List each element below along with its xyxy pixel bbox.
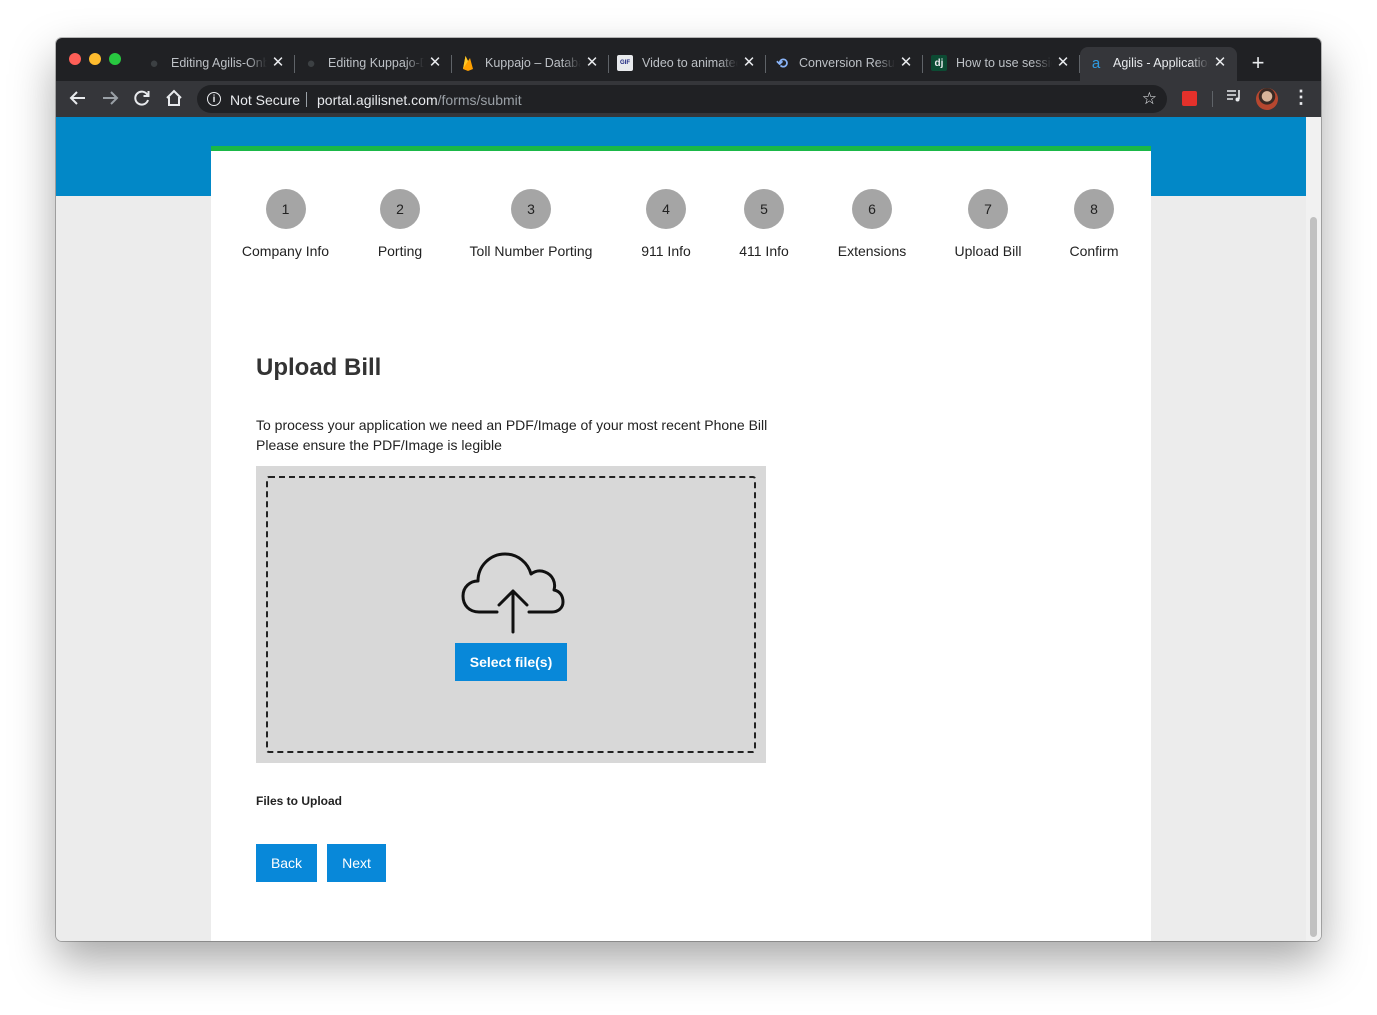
step-porting: 2 Porting — [360, 189, 440, 259]
gif-icon: GIF — [617, 55, 633, 71]
tab-title: Video to animated GIF — [642, 56, 738, 70]
step-toll-number-porting: 3 Toll Number Porting — [461, 189, 601, 259]
step-upload-bill: 7 Upload Bill — [943, 189, 1033, 259]
zoom-window-button[interactable] — [109, 53, 121, 65]
page-title: Upload Bill — [256, 354, 382, 381]
tab-title: Conversion Results — [799, 56, 895, 70]
browser-tab[interactable]: ● Editing Kuppajo-Database ✕ — [295, 47, 452, 81]
tab-strip: ● Editing Agilis-Onboarding ✕ ● Editing … — [56, 38, 1321, 81]
close-tab-icon[interactable]: ✕ — [271, 53, 285, 71]
bookmark-star-icon[interactable]: ☆ — [1142, 89, 1157, 109]
close-window-button[interactable] — [69, 53, 81, 65]
scrollbar[interactable] — [1306, 117, 1321, 941]
step-label: 911 Info — [641, 243, 691, 259]
instruction-text: To process your application we need an P… — [256, 417, 768, 433]
new-tab-button[interactable]: + — [1246, 50, 1270, 76]
back-button[interactable]: Back — [256, 844, 317, 882]
toolbar-divider — [1212, 91, 1213, 107]
tab-title: Editing Kuppajo-Database — [328, 56, 424, 70]
files-to-upload-label: Files to Upload — [256, 794, 343, 808]
reload-icon[interactable] — [131, 89, 153, 109]
form-card: 1 Company Info 2 Porting 3 Toll Number P… — [211, 146, 1151, 941]
firebase-icon — [460, 55, 476, 71]
step-number: 3 — [511, 189, 551, 229]
close-tab-icon[interactable]: ✕ — [428, 53, 442, 71]
page-viewport: 1 Company Info 2 Porting 3 Toll Number P… — [56, 117, 1321, 941]
tab-title: Kuppajo – Database — [485, 56, 581, 70]
more-menu-icon[interactable]: ⋮ — [1292, 87, 1310, 108]
browser-tab[interactable]: GIF Video to animated GIF ✕ — [609, 47, 766, 81]
step-label: Extensions — [837, 243, 907, 259]
cloud-upload-icon — [461, 552, 565, 634]
agilis-icon: a — [1091, 54, 1101, 72]
url-text: portal.agilisnet.com/forms/submit — [317, 92, 522, 108]
browser-tab-active[interactable]: a Agilis - Application ✕ — [1080, 47, 1237, 81]
step-number: 6 — [852, 189, 892, 229]
profile-avatar[interactable] — [1256, 88, 1278, 110]
close-tab-icon[interactable]: ✕ — [1213, 53, 1227, 71]
info-icon[interactable]: i — [207, 92, 221, 106]
next-button[interactable]: Next — [327, 844, 386, 882]
address-bar[interactable]: i Not Secure portal.agilisnet.com/forms/… — [197, 85, 1167, 113]
home-icon[interactable] — [163, 89, 185, 109]
tab-title: How to use sessions — [956, 56, 1052, 70]
url-path: /forms/submit — [437, 92, 522, 108]
step-label: Company Info — [241, 243, 330, 259]
url-host: portal.agilisnet.com — [317, 92, 438, 108]
address-divider — [306, 92, 307, 107]
dropzone-border: Select file(s) — [266, 476, 756, 753]
security-label: Not Secure — [230, 92, 301, 108]
select-files-button[interactable]: Select file(s) — [455, 643, 567, 681]
browser-tab[interactable]: dj How to use sessions ✕ — [923, 47, 1080, 81]
browser-tab[interactable]: ● Editing Agilis-Onboarding ✕ — [138, 47, 295, 81]
step-number: 1 — [265, 189, 306, 229]
convert-icon: ⟲ — [776, 54, 788, 71]
step-number: 5 — [744, 189, 784, 229]
instruction-text: Please ensure the PDF/Image is legible — [256, 437, 502, 453]
step-confirm: 8 Confirm — [1054, 189, 1134, 259]
close-tab-icon[interactable]: ✕ — [899, 53, 913, 71]
scrollbar-thumb[interactable] — [1310, 217, 1317, 937]
close-tab-icon[interactable]: ✕ — [1056, 53, 1070, 71]
minimize-window-button[interactable] — [89, 53, 101, 65]
step-number: 8 — [1074, 189, 1114, 229]
browser-window: ● Editing Agilis-Onboarding ✕ ● Editing … — [56, 38, 1321, 941]
step-company-info: 1 Company Info — [228, 189, 343, 259]
media-queue-icon[interactable] — [1226, 88, 1242, 109]
extension-icon[interactable] — [1182, 91, 1197, 106]
file-dropzone[interactable]: Select file(s) — [256, 466, 766, 763]
tab-title: Editing Agilis-Onboarding — [171, 56, 267, 70]
github-icon: ● — [306, 54, 316, 72]
step-411-info: 5 411 Info — [724, 189, 804, 259]
step-number: 7 — [968, 189, 1008, 229]
step-label: Confirm — [1069, 243, 1119, 259]
step-911-info: 4 911 Info — [626, 189, 706, 259]
step-number: 4 — [646, 189, 686, 229]
close-tab-icon[interactable]: ✕ — [742, 53, 756, 71]
browser-tab[interactable]: ⟲ Conversion Results ✕ — [766, 47, 923, 81]
browser-tab[interactable]: Kuppajo – Database ✕ — [452, 47, 609, 81]
github-icon: ● — [149, 54, 159, 72]
browser-toolbar: i Not Secure portal.agilisnet.com/forms/… — [56, 81, 1321, 117]
step-label: Porting — [377, 243, 423, 259]
close-tab-icon[interactable]: ✕ — [585, 53, 599, 71]
forward-arrow-icon[interactable] — [99, 89, 121, 109]
step-label: Toll Number Porting — [469, 243, 593, 259]
django-icon: dj — [931, 55, 947, 71]
back-arrow-icon[interactable] — [67, 89, 89, 109]
step-extensions: 6 Extensions — [827, 189, 917, 259]
step-label: 411 Info — [739, 243, 789, 259]
step-label: Upload Bill — [954, 243, 1022, 259]
step-number: 2 — [380, 189, 420, 229]
tab-title: Agilis - Application — [1113, 56, 1209, 70]
